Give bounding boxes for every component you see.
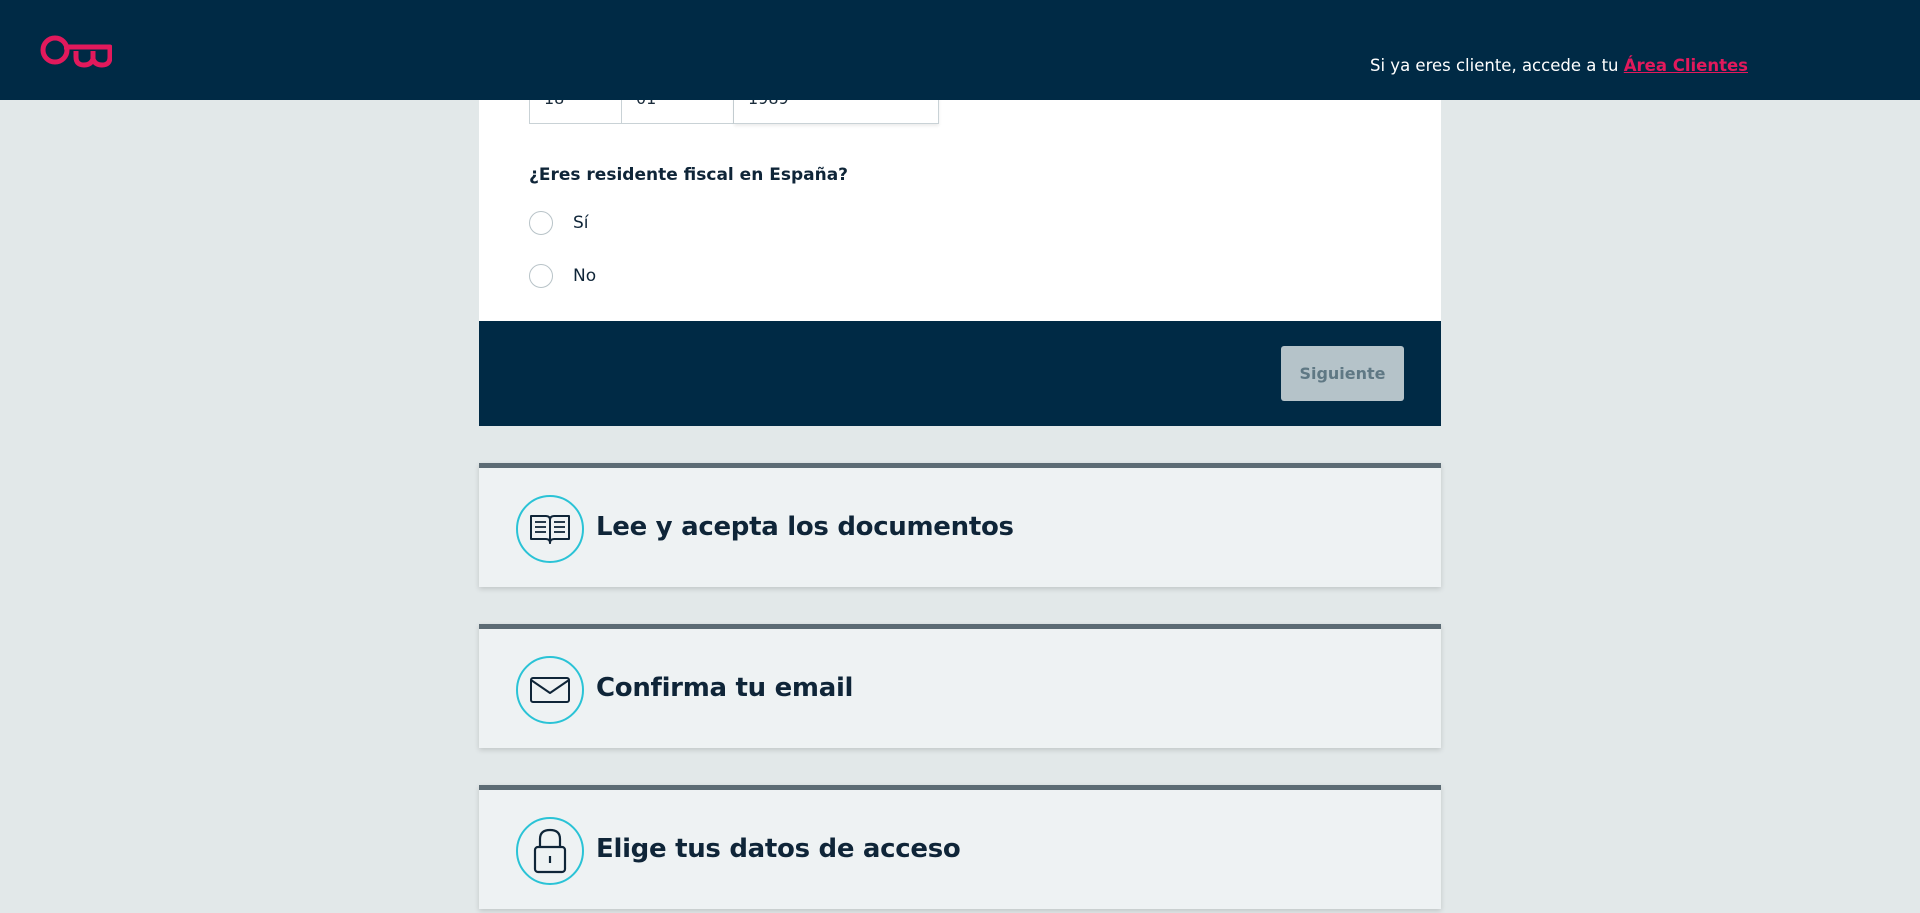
radio-label-no: No xyxy=(573,266,597,286)
radio-button-si[interactable] xyxy=(529,211,553,235)
radio-button-no[interactable] xyxy=(529,264,553,288)
step-email[interactable]: Confirma tu email xyxy=(479,624,1441,748)
brand-logo-icon[interactable] xyxy=(40,33,112,69)
tax-residence-option-no[interactable]: No xyxy=(529,264,596,288)
step-access-title: Elige tus datos de acceso xyxy=(596,834,961,864)
step-documents[interactable]: Lee y acepta los documentos xyxy=(479,463,1441,587)
client-area-link[interactable]: Área Clientes xyxy=(1624,56,1748,75)
step-email-title: Confirma tu email xyxy=(596,673,854,703)
client-area-text: Si ya eres cliente, accede a tu xyxy=(1370,56,1624,75)
form-footer-bar: Siguiente xyxy=(479,321,1441,426)
next-button[interactable]: Siguiente xyxy=(1281,346,1404,401)
step-access-data[interactable]: Elige tus datos de acceso xyxy=(479,785,1441,909)
envelope-icon xyxy=(516,656,584,724)
book-icon xyxy=(516,495,584,563)
step-documents-title: Lee y acepta los documentos xyxy=(596,512,1014,542)
lock-icon xyxy=(516,817,584,885)
tax-residence-question: ¿Eres residente fiscal en España? xyxy=(529,165,849,185)
client-area-prompt: Si ya eres cliente, accede a tu Área Cli… xyxy=(1370,56,1748,75)
tax-residence-option-si[interactable]: Sí xyxy=(529,211,589,235)
radio-label-si: Sí xyxy=(573,213,589,233)
top-header: Si ya eres cliente, accede a tu Área Cli… xyxy=(0,0,1920,100)
